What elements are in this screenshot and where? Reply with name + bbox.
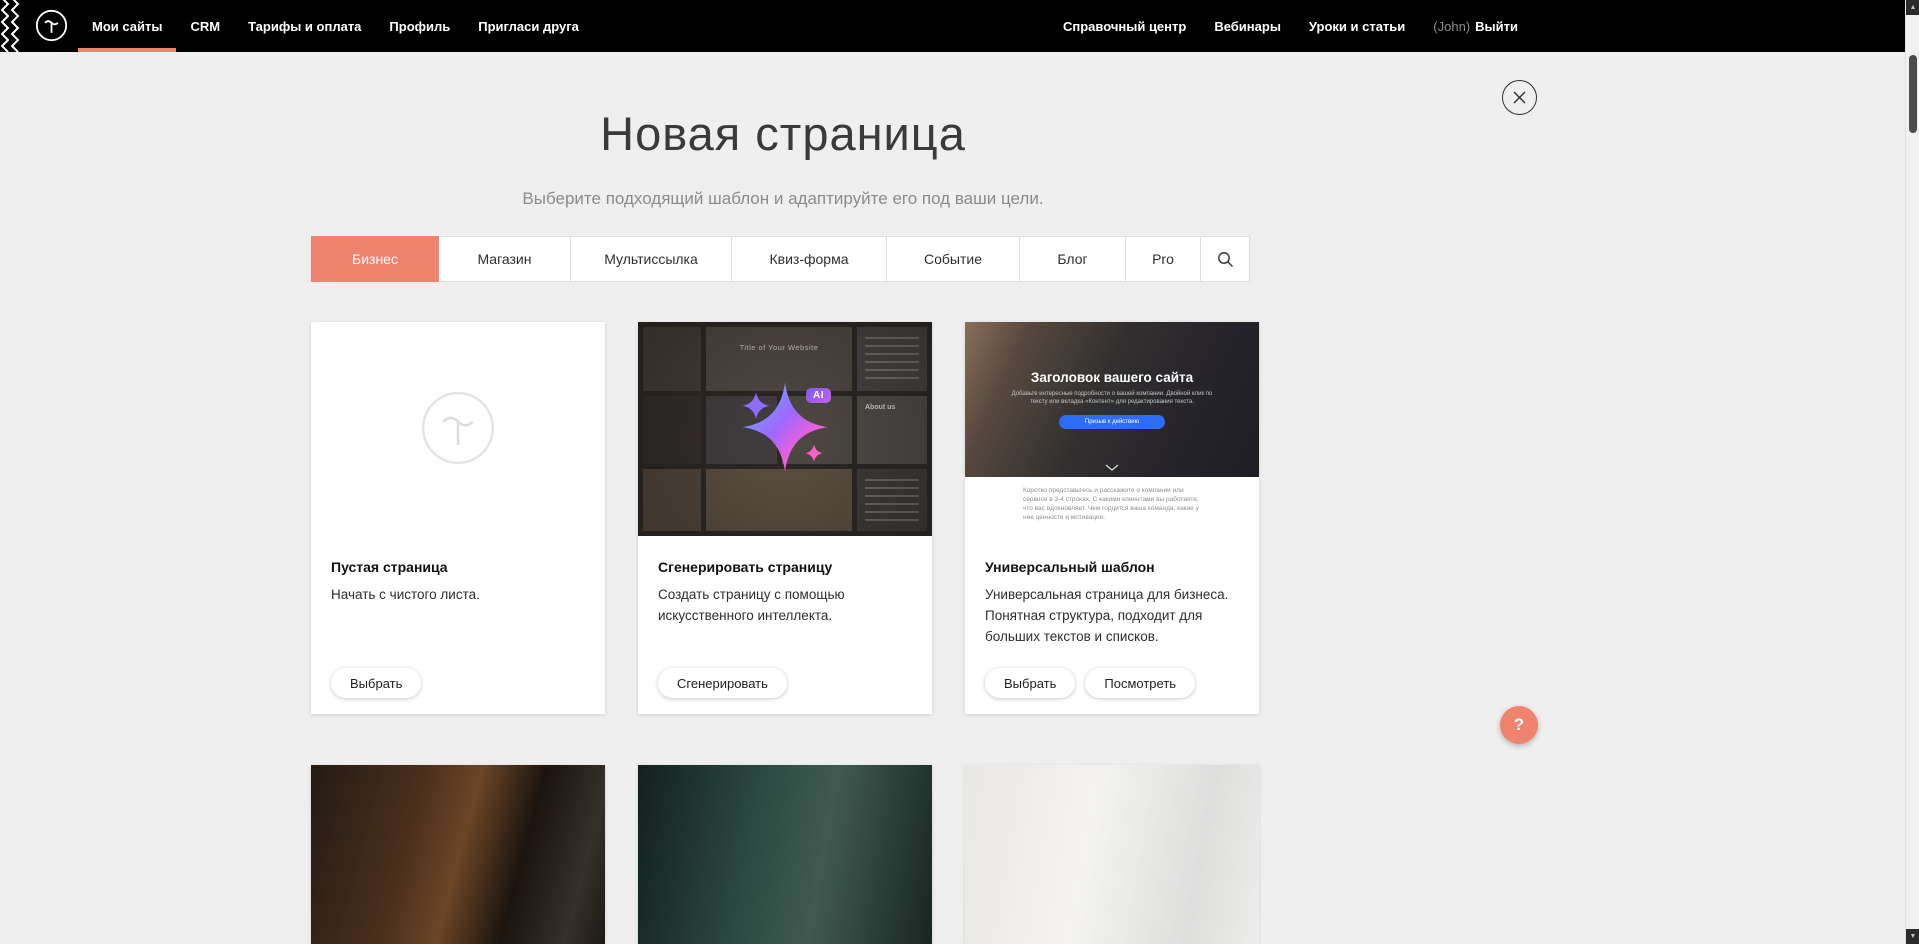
card-universal-template[interactable]: Заголовок вашего сайта Добавьте интересн…: [965, 322, 1259, 714]
help-button[interactable]: ?: [1500, 706, 1538, 744]
tab-search[interactable]: [1201, 236, 1250, 282]
nav-logout[interactable]: (John) Выйти: [1419, 0, 1532, 52]
screen: Мои сайты CRM Тарифы и оплата Профиль Пр…: [0, 0, 1919, 944]
tab-business[interactable]: Бизнес: [311, 236, 439, 282]
tab-pro[interactable]: Pro: [1126, 236, 1201, 282]
chevron-down-icon: [1105, 464, 1119, 471]
nav-help-center[interactable]: Справочный центр: [1049, 0, 1200, 52]
template-grid-row2: [311, 765, 1259, 944]
search-icon: [1217, 251, 1234, 268]
card-template-5[interactable]: [638, 765, 932, 944]
template-body-preview: Коротко представьтесь и расскажите о ком…: [965, 477, 1259, 536]
scrollbar[interactable]: ▲ ▼: [1905, 0, 1919, 944]
template-grid: Пустая страница Начать с чистого листа. …: [311, 322, 1259, 714]
card-title: Универсальный шаблон: [985, 559, 1239, 575]
tab-quiz[interactable]: Квиз-форма: [732, 236, 887, 282]
tab-shop[interactable]: Магазин: [439, 236, 571, 282]
page-subtitle: Выберите подходящий шаблон и адаптируйте…: [0, 189, 1566, 209]
view-template-button[interactable]: Посмотреть: [1085, 668, 1195, 698]
scroll-up-arrow-icon[interactable]: ▲: [1906, 0, 1919, 15]
generate-button[interactable]: Сгенерировать: [658, 668, 787, 698]
tilda-logo-icon[interactable]: [35, 9, 68, 42]
ai-badge: AI: [806, 388, 831, 403]
logout-label: Выйти: [1475, 19, 1518, 34]
template-5-preview: [638, 765, 932, 944]
select-template-button[interactable]: Выбрать: [985, 668, 1075, 698]
template-4-preview: [311, 765, 605, 944]
scrollbar-thumb[interactable]: [1909, 55, 1917, 133]
preview-heading: Заголовок вашего сайта: [965, 370, 1259, 385]
main-nav: Мои сайты CRM Тарифы и оплата Профиль Пр…: [78, 0, 593, 52]
card-description: Универсальная страница для бизнеса. Поня…: [985, 585, 1239, 648]
card-ai-generate[interactable]: Title of Your Website About us: [638, 322, 932, 714]
tab-event[interactable]: Событие: [887, 236, 1020, 282]
scroll-down-arrow-icon[interactable]: ▼: [1906, 929, 1919, 944]
preview-cta-button: Призыв к действию: [1059, 415, 1165, 429]
template-category-tabs: Бизнес Магазин Мультиссылка Квиз-форма С…: [311, 236, 1250, 282]
secondary-nav: Справочный центр Вебинары Уроки и статьи…: [1049, 0, 1532, 52]
nav-webinars[interactable]: Вебинары: [1200, 0, 1295, 52]
zigzag-decoration: [0, 0, 22, 52]
nav-invite-friend[interactable]: Пригласи друга: [464, 0, 593, 52]
card-template-4[interactable]: [311, 765, 605, 944]
preview-subheading: Добавьте интересные подробности о вашей …: [1003, 390, 1221, 406]
nav-crm[interactable]: CRM: [176, 0, 234, 52]
tilda-watermark-icon: [420, 390, 496, 466]
preview-body-text: Коротко представьтесь и расскажите о ком…: [1023, 486, 1201, 522]
close-icon: [1513, 91, 1526, 104]
user-name: (John): [1433, 19, 1470, 34]
top-navbar: Мои сайты CRM Тарифы и оплата Профиль Пр…: [0, 0, 1919, 52]
tab-multilink[interactable]: Мультиссылка: [571, 236, 732, 282]
nav-lessons[interactable]: Уроки и статьи: [1295, 0, 1419, 52]
card-template-6[interactable]: [965, 765, 1259, 944]
nav-profile[interactable]: Профиль: [375, 0, 464, 52]
nav-tariffs[interactable]: Тарифы и оплата: [234, 0, 375, 52]
card-title: Сгенерировать страницу: [658, 559, 912, 575]
card-blank-page[interactable]: Пустая страница Начать с чистого листа. …: [311, 322, 605, 714]
tab-blog[interactable]: Блог: [1020, 236, 1126, 282]
template-hero-preview: Заголовок вашего сайта Добавьте интересн…: [965, 322, 1259, 477]
card-description: Создать страницу с помощью искусственног…: [658, 585, 912, 627]
close-button[interactable]: [1502, 80, 1537, 115]
card-description: Начать с чистого листа.: [331, 585, 585, 606]
card-title: Пустая страница: [331, 559, 585, 575]
nav-my-sites[interactable]: Мои сайты: [78, 0, 176, 52]
select-blank-button[interactable]: Выбрать: [331, 668, 421, 698]
page-title: Новая страница: [0, 106, 1566, 161]
template-6-preview: [965, 765, 1259, 944]
